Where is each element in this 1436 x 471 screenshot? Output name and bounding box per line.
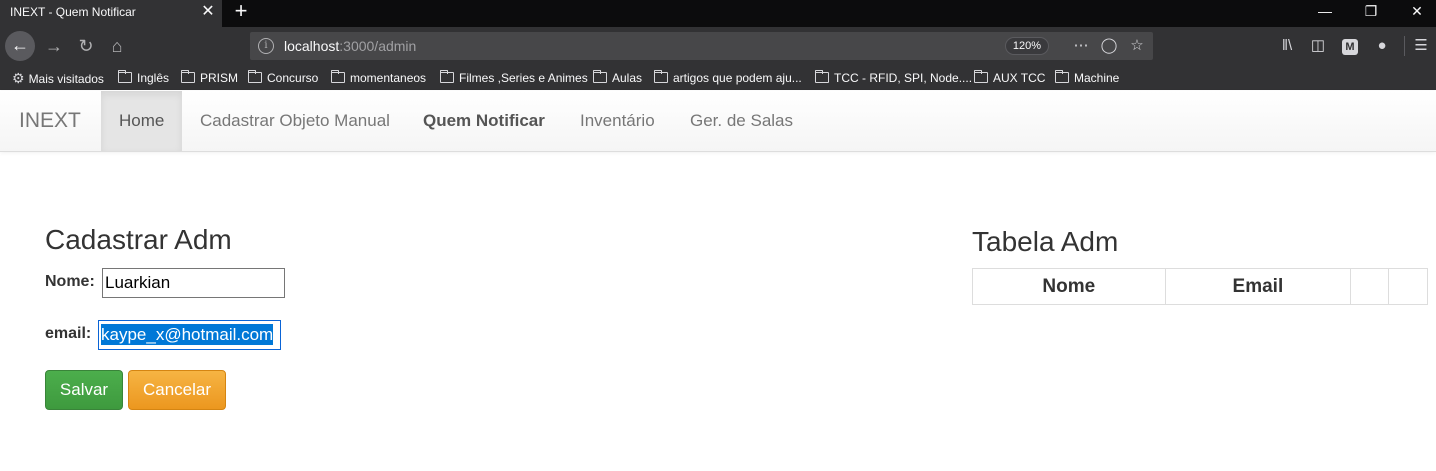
admin-table: Nome Email: [972, 268, 1428, 305]
bookmarks-toolbar: ⚙ Mais visitados Inglês PRISM Concurso mo…: [0, 65, 1436, 90]
bookmark-prism[interactable]: PRISM: [181, 70, 238, 86]
bookmark-label: Inglês: [137, 71, 170, 85]
pocket-icon[interactable]: ◯: [1098, 35, 1120, 57]
folder-icon: [593, 70, 607, 83]
column-header-email: Email: [1164, 268, 1352, 305]
folder-icon: [181, 70, 195, 83]
bookmark-ingles[interactable]: Inglês: [118, 70, 169, 86]
gear-icon: ⚙: [12, 70, 25, 86]
extension-icon[interactable]: M: [1337, 33, 1363, 59]
nav-item-inventario[interactable]: Inventário: [562, 91, 673, 151]
form-title: Cadastrar Adm: [45, 224, 232, 255]
bookmark-tcc-rfid[interactable]: TCC - RFID, SPI, Node....: [815, 70, 972, 86]
nav-item-ger-salas[interactable]: Ger. de Salas: [672, 91, 811, 151]
menu-hamburger-icon[interactable]: ☰: [1408, 33, 1434, 59]
browser-toolbar: ← → ↻ ⌂ i localhost:3000/admin 120% ⋯ ◯ …: [0, 27, 1436, 65]
nav-item-home[interactable]: Home: [101, 91, 183, 151]
zoom-level-badge[interactable]: 120%: [1005, 37, 1049, 55]
bookmark-momentaneos[interactable]: momentaneos: [331, 70, 426, 86]
bookmark-aux-tcc[interactable]: AUX TCC: [974, 70, 1045, 86]
bookmark-mais-visitados[interactable]: ⚙ Mais visitados: [12, 70, 104, 86]
column-header-action-1: [1350, 268, 1390, 305]
bookmark-star-icon[interactable]: ☆: [1126, 35, 1148, 57]
url-text[interactable]: localhost:3000/admin: [284, 38, 416, 54]
email-input-value: kaype_x@hotmail.com: [101, 324, 274, 345]
save-button[interactable]: Salvar: [45, 370, 123, 410]
home-icon[interactable]: ⌂: [104, 33, 130, 59]
bookmark-label: artigos que podem aju...: [673, 71, 802, 85]
bookmark-label: AUX TCC: [993, 71, 1046, 85]
bookmark-machine[interactable]: Machine: [1055, 70, 1119, 86]
folder-icon: [654, 70, 668, 83]
bookmark-aulas[interactable]: Aulas: [593, 70, 642, 86]
folder-icon: [440, 70, 454, 83]
reload-icon[interactable]: ↻: [73, 33, 99, 59]
app-navbar: INEXT Home Cadastrar Objeto Manual Quem …: [0, 91, 1436, 152]
url-path: :3000/admin: [339, 38, 417, 54]
folder-icon: [1055, 70, 1069, 83]
column-header-nome: Nome: [972, 268, 1166, 305]
table-title: Tabela Adm: [972, 226, 1119, 257]
cancel-button[interactable]: Cancelar: [128, 370, 226, 410]
tab-close-icon[interactable]: ✕: [200, 3, 216, 21]
folder-icon: [974, 70, 988, 83]
back-arrow-icon[interactable]: ←: [5, 31, 35, 61]
library-icon[interactable]: ‖\: [1274, 33, 1300, 59]
window-close-button[interactable]: ✕: [1394, 0, 1436, 24]
table-header-row: Nome Email: [972, 268, 1428, 305]
bookmark-label: PRISM: [200, 71, 239, 85]
bookmark-label: Mais visitados: [28, 72, 104, 86]
bookmark-concurso[interactable]: Concurso: [248, 70, 318, 86]
name-label: Nome:: [45, 273, 95, 290]
brand-logo[interactable]: INEXT: [19, 109, 81, 133]
tab-title: INEXT - Quem Notificar: [10, 5, 136, 19]
window-restore-button[interactable]: ❐: [1348, 0, 1394, 24]
bookmark-artigos[interactable]: artigos que podem aju...: [654, 70, 802, 86]
bookmark-filmes[interactable]: Filmes ,Series e Animes: [440, 70, 588, 86]
site-info-icon[interactable]: i: [258, 38, 274, 54]
browser-tab-bar: INEXT - Quem Notificar ✕ + — ❐ ✕: [0, 0, 1436, 27]
toolbar-separator: [1404, 36, 1405, 56]
new-tab-button[interactable]: +: [230, 0, 252, 24]
folder-icon: [248, 70, 262, 83]
account-icon[interactable]: ●: [1369, 33, 1395, 59]
bookmark-label: momentaneos: [350, 71, 427, 85]
nav-item-quem-notificar[interactable]: Quem Notificar: [405, 91, 563, 151]
bookmark-label: Aulas: [612, 71, 643, 85]
forward-arrow-icon[interactable]: →: [41, 33, 67, 59]
sidebar-icon[interactable]: ◫: [1305, 33, 1331, 59]
url-host: localhost: [284, 38, 340, 54]
bookmark-label: Concurso: [267, 71, 319, 85]
bookmark-label: Machine: [1074, 71, 1120, 85]
name-input[interactable]: [102, 268, 285, 298]
email-input[interactable]: kaype_x@hotmail.com: [98, 320, 281, 350]
folder-icon: [815, 70, 829, 83]
email-label: email:: [45, 325, 92, 342]
folder-icon: [118, 70, 132, 83]
window-minimize-button[interactable]: —: [1302, 0, 1348, 24]
url-bar[interactable]: i localhost:3000/admin 120% ⋯ ◯ ☆: [250, 32, 1153, 60]
browser-tab[interactable]: INEXT - Quem Notificar ✕: [0, 0, 222, 27]
bookmark-label: Filmes ,Series e Animes: [459, 71, 588, 85]
nav-item-cadastrar-objeto[interactable]: Cadastrar Objeto Manual: [182, 91, 408, 151]
page-actions-icon[interactable]: ⋯: [1070, 35, 1092, 57]
bookmark-label: TCC - RFID, SPI, Node....: [834, 71, 973, 85]
folder-icon: [331, 70, 345, 83]
column-header-action-2: [1388, 268, 1428, 305]
